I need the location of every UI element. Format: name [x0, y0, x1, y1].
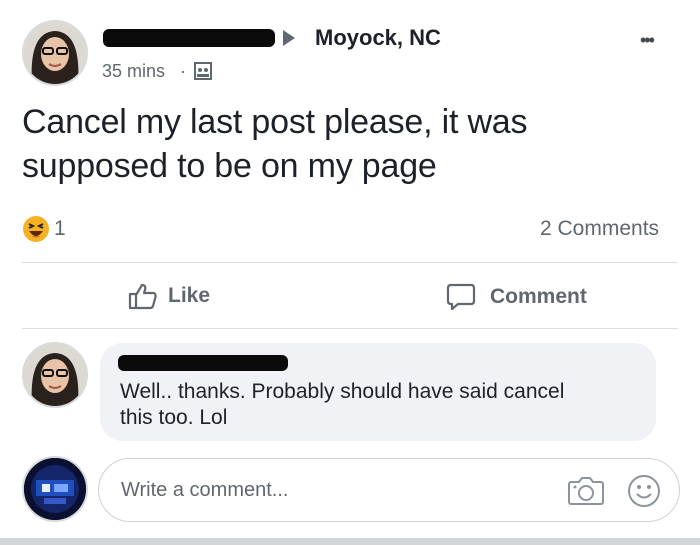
- like-icon: [128, 282, 158, 310]
- bottom-bar: [0, 538, 700, 545]
- comment-text: Well.. thanks. Probably should have said…: [120, 379, 650, 431]
- post-text-line-1: Cancel my last post please, it was: [22, 103, 528, 141]
- more-icon[interactable]: •••: [640, 30, 655, 51]
- like-label: Like: [168, 284, 211, 307]
- author-avatar[interactable]: [22, 20, 88, 86]
- current-user-avatar[interactable]: [22, 456, 88, 522]
- meta-separator: ·: [180, 61, 186, 81]
- camera-icon[interactable]: [567, 474, 605, 511]
- privacy-icon: [193, 61, 213, 86]
- triangle-right-icon: [283, 30, 295, 46]
- haha-reaction-icon[interactable]: [22, 215, 50, 248]
- reaction-count[interactable]: 1: [54, 217, 66, 241]
- emoji-icon[interactable]: [627, 474, 661, 513]
- comment-icon: [446, 282, 476, 312]
- comment-input[interactable]: Write a comment...: [98, 458, 680, 522]
- like-button[interactable]: Like: [128, 282, 210, 310]
- comment-text-line-2: this too. Lol: [120, 406, 228, 429]
- author-name-redacted[interactable]: [103, 29, 275, 47]
- comment-bubble[interactable]: Well.. thanks. Probably should have said…: [100, 343, 656, 441]
- comment-label: Comment: [490, 285, 587, 308]
- post-timestamp[interactable]: 35 mins: [102, 61, 165, 82]
- comment-text-line-1: Well.. thanks. Probably should have said…: [120, 380, 565, 403]
- commenter-avatar[interactable]: [22, 342, 88, 408]
- post-text: Cancel my last post please, it was suppo…: [22, 100, 682, 188]
- commenter-name-redacted[interactable]: [118, 355, 288, 371]
- divider-top: [22, 262, 678, 263]
- divider-bottom: [22, 328, 678, 329]
- comment-input-placeholder[interactable]: Write a comment...: [121, 479, 288, 502]
- post-text-line-2: supposed to be on my page: [22, 147, 437, 185]
- comment-button[interactable]: Comment: [446, 282, 587, 312]
- location-link[interactable]: Moyock, NC: [315, 25, 441, 51]
- comments-count[interactable]: 2 Comments: [540, 217, 659, 241]
